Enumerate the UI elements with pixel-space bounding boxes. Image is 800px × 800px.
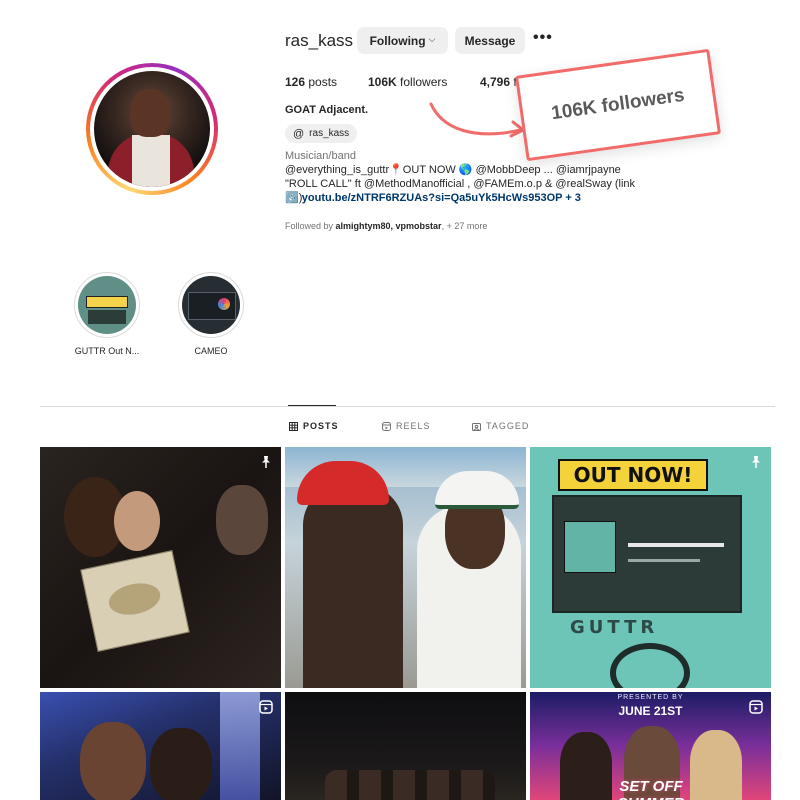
highlight-guttr[interactable]: GUTTR Out N... xyxy=(72,272,142,356)
photo-person xyxy=(303,485,403,688)
posts-stat: 126 posts xyxy=(285,75,337,89)
album-cover xyxy=(564,521,616,573)
profile-avatar[interactable] xyxy=(86,63,218,195)
posts-label: posts xyxy=(308,75,338,89)
tab-tagged-label: TAGGED xyxy=(486,421,530,431)
reel-icon xyxy=(749,700,763,714)
photo-person xyxy=(216,485,268,555)
full-name: GOAT Adjacent. xyxy=(285,104,369,116)
flyer-date: JUNE 21ST xyxy=(618,704,683,718)
tab-reels-label: REELS xyxy=(396,421,431,431)
photo-person xyxy=(114,491,160,551)
highlight-cover xyxy=(78,276,136,334)
followed-by-names: almightym80, vpmobstar xyxy=(335,221,442,231)
followers-count: 106K xyxy=(368,75,397,89)
followers-stat[interactable]: 106K followers xyxy=(368,75,447,89)
photo-record-sleeve xyxy=(80,550,190,652)
tagged-icon xyxy=(472,422,481,431)
flyer-title: SET OFF SUMMER xyxy=(618,778,685,800)
highlight-strip xyxy=(88,310,126,324)
threads-badge[interactable]: @ ras_kass xyxy=(285,124,358,143)
following-button-label: Following xyxy=(369,33,426,48)
record-label xyxy=(106,578,164,620)
posts-count: 126 xyxy=(285,75,306,89)
followed-by[interactable]: Followed by almightym80, vpmobstar, + 27… xyxy=(285,221,487,231)
followers-label: followers xyxy=(400,75,448,89)
threads-handle: ras_kass xyxy=(309,128,350,139)
photo-person xyxy=(150,728,212,800)
tab-tagged[interactable]: TAGGED xyxy=(472,421,529,431)
track-bar xyxy=(628,559,700,562)
username: ras_kass xyxy=(285,31,354,50)
highlight-cameo[interactable]: CAMEO xyxy=(176,272,246,356)
post-thumbnail[interactable] xyxy=(285,447,526,688)
highlight-banner xyxy=(86,296,128,308)
following-count: 4,796 xyxy=(480,75,511,89)
followed-by-suffix: , + 27 more xyxy=(441,221,488,231)
post-banner-text: OUT NOW! xyxy=(558,459,708,491)
avatar-tee xyxy=(132,135,170,187)
post-title-text: GUTTR xyxy=(570,617,659,638)
bio-line-1: @everything_is_guttr📍OUT NOW 🌎 @MobbDeep… xyxy=(285,164,621,176)
category-label: Musician/band xyxy=(285,150,356,162)
post-thumbnail[interactable]: OUT NOW! GUTTR xyxy=(530,447,771,688)
avatar-image xyxy=(94,71,210,187)
pin-icon xyxy=(752,456,760,468)
tab-posts-label: POSTS xyxy=(303,421,339,431)
post-swirl xyxy=(610,643,690,688)
post-thumbnail[interactable] xyxy=(40,692,281,800)
chevron-down-icon: ⌵ xyxy=(428,34,436,44)
post-thumbnail[interactable] xyxy=(40,447,281,688)
active-tab-indicator xyxy=(288,405,336,406)
reels-icon xyxy=(382,421,391,431)
followed-by-prefix: Followed by xyxy=(285,221,336,231)
tab-posts[interactable]: POSTS xyxy=(289,421,339,431)
grid-icon xyxy=(289,421,298,431)
callout-text: 106K followers xyxy=(550,84,686,125)
post-screen xyxy=(552,495,742,613)
tab-reels[interactable]: REELS xyxy=(382,421,431,431)
reel-icon xyxy=(259,700,273,714)
message-button[interactable]: Message xyxy=(455,27,525,54)
threads-icon: @ xyxy=(293,127,305,140)
highlight-label: CAMEO xyxy=(194,346,228,356)
following-button[interactable]: Following ⌵ xyxy=(357,27,448,54)
pin-icon xyxy=(262,456,270,468)
tabs-divider xyxy=(40,406,775,407)
highlight-logo xyxy=(218,298,230,310)
bio-link-text: youtu.be/zNTRF6RZUAs?si=Qa5uYk5HcWs953OP… xyxy=(301,192,581,204)
highlight-label: GUTTR Out N... xyxy=(74,346,140,356)
photo-light xyxy=(220,692,260,800)
link-icon: 🔗 xyxy=(285,192,299,204)
post-thumbnail[interactable] xyxy=(285,692,526,800)
photo-person xyxy=(80,722,146,800)
flyer-presented-by: PRESENTED BY xyxy=(617,694,684,701)
highlight-ring xyxy=(74,272,140,338)
highlight-cover xyxy=(182,276,240,334)
more-options-icon[interactable]: ••• xyxy=(533,29,553,47)
highlight-ring xyxy=(178,272,244,338)
avatar-border xyxy=(90,67,214,191)
photo-crowd xyxy=(325,770,495,800)
followers-callout: 106K followers xyxy=(514,48,722,162)
track-bar xyxy=(628,543,724,547)
post-thumbnail[interactable]: PRESENTED BY JUNE 21ST SET OFF SUMMER xyxy=(530,692,771,800)
avatar-face xyxy=(130,89,170,137)
bio-link[interactable]: 🔗 youtu.be/zNTRF6RZUAs?si=Qa5uYk5HcWs953… xyxy=(285,191,581,204)
